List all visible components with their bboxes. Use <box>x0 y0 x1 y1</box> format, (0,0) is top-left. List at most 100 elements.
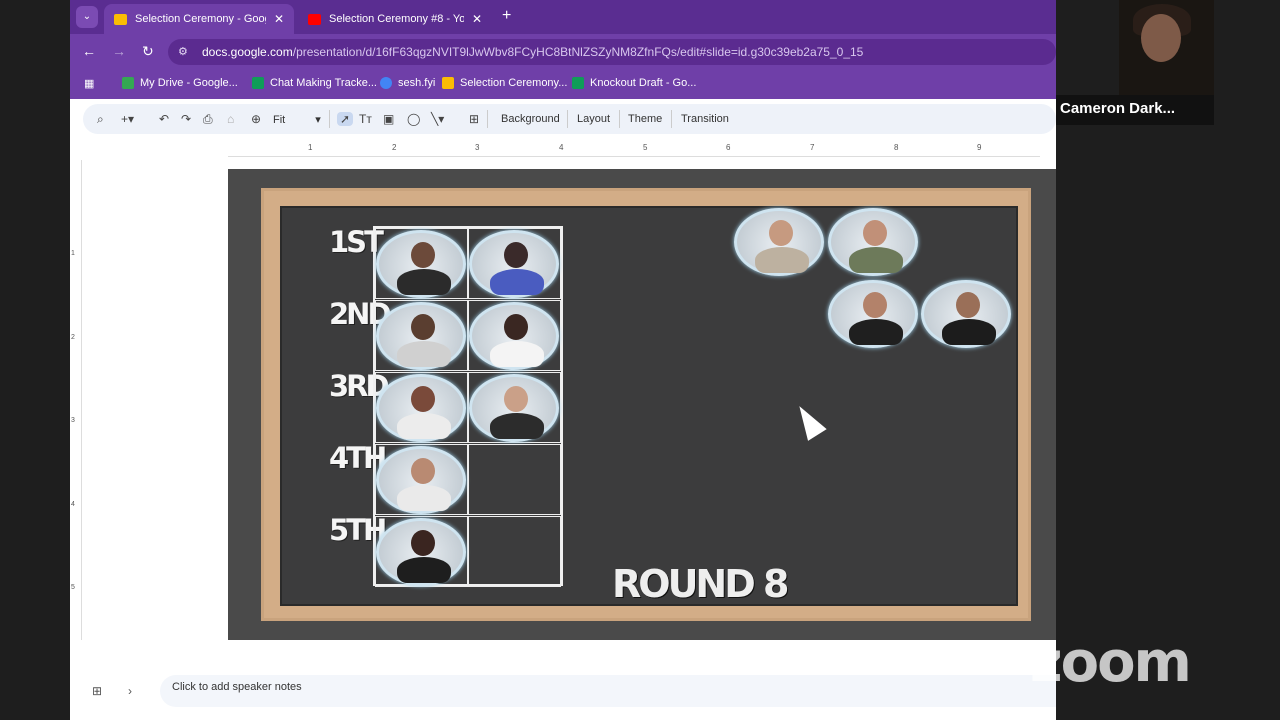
participant-name: Cameron Dark... <box>1056 95 1214 125</box>
text-box-icon[interactable]: Tт <box>359 112 372 126</box>
avatar-body <box>849 247 903 273</box>
avatar-body <box>755 247 809 273</box>
back-icon[interactable]: ← <box>82 43 96 59</box>
slides-icon <box>442 77 454 89</box>
undo-icon[interactable]: ↶ <box>159 112 169 126</box>
rank-grid <box>373 226 563 587</box>
ruler-label: 7 <box>810 143 815 152</box>
sheets-icon <box>252 77 264 89</box>
new-slide-icon[interactable]: +▾ <box>121 112 134 126</box>
comment-icon[interactable]: ⊞ <box>469 112 479 126</box>
chalkboard-frame: 1ST 2ND 3RD 4TH 5TH ROUND 8 <box>261 188 1031 621</box>
speaker-notes[interactable]: Click to add speaker notes <box>160 675 1056 707</box>
url-path: /presentation/d/16fF63qgzNVIT9lJwWbv8FCy… <box>292 45 864 59</box>
zoom-icon[interactable]: ⊕ <box>251 112 261 126</box>
zoom-value: Fit <box>273 114 286 126</box>
image-icon[interactable]: ▣ <box>383 112 394 126</box>
zoom-select[interactable]: Fit ▾ <box>273 113 321 126</box>
avatar-head <box>504 314 528 340</box>
apps-icon[interactable]: ▦ <box>84 77 94 90</box>
ruler-label: 2 <box>392 143 397 152</box>
site-info-icon[interactable]: ⚙ <box>178 39 188 65</box>
expand-filmstrip-icon[interactable]: › <box>128 684 132 698</box>
tab-slides[interactable]: Selection Ceremony - Google S ✕ <box>104 4 294 34</box>
slides-toolbar: ⌕ +▾ ↶ ↷ ⎙ ⌂ ⊕ Fit ▾ ➚ Tт ▣ ◯ ╲▾ ⊞ Backgr… <box>83 104 1056 134</box>
slide-canvas[interactable]: 1ST 2ND 3RD 4TH 5TH ROUND 8 <box>228 169 1056 640</box>
ruler-label: 2 <box>71 334 75 341</box>
rank-cell <box>375 300 468 371</box>
bookmark-my-drive[interactable]: My Drive - Google... <box>122 77 238 89</box>
avatar-head <box>863 220 887 246</box>
tab-search-button[interactable]: ⌄ <box>76 6 98 28</box>
avatar-body <box>490 269 544 295</box>
ruler-label: 3 <box>475 143 480 152</box>
close-tab-icon[interactable]: ✕ <box>274 12 284 26</box>
print-icon[interactable]: ⎙ <box>203 112 213 127</box>
reload-icon[interactable]: ↻ <box>142 43 154 60</box>
rank-cell <box>468 372 561 443</box>
redo-icon[interactable]: ↷ <box>181 112 191 126</box>
unplaced-contestant-photo[interactable] <box>828 208 918 276</box>
avatar-head <box>411 458 435 484</box>
avatar-head <box>769 220 793 246</box>
avatar-head <box>411 386 435 412</box>
close-tab-icon[interactable]: ✕ <box>472 12 482 26</box>
bookmark-sesh[interactable]: sesh.fyi <box>380 77 435 89</box>
search-menus-icon[interactable]: ⌕ <box>97 112 104 127</box>
shape-icon[interactable]: ◯ <box>407 112 420 126</box>
rank-cell <box>375 372 468 443</box>
select-icon[interactable]: ➚ <box>337 112 354 126</box>
background-button[interactable]: Background <box>501 113 560 125</box>
bookmark-chat-tracker[interactable]: Chat Making Tracke... <box>252 77 377 89</box>
unplaced-contestant-photo[interactable] <box>734 208 824 276</box>
zoom-watermark: zoom <box>1030 630 1192 695</box>
avatar-body <box>490 413 544 439</box>
ruler-label: 6 <box>726 143 731 152</box>
horizontal-ruler: 1 2 3 4 5 6 7 8 9 <box>228 143 1040 157</box>
contestant-photo[interactable] <box>376 446 466 514</box>
rank-cell <box>468 300 561 371</box>
avatar-head <box>411 314 435 340</box>
bookmark-label: My Drive - Google... <box>140 77 238 89</box>
line-icon[interactable]: ╲▾ <box>431 112 444 126</box>
avatar-body <box>397 413 451 439</box>
avatar-body <box>942 319 996 345</box>
tab-youtube[interactable]: Selection Ceremony #8 - YouTu ✕ <box>298 4 492 34</box>
ruler-label: 3 <box>71 417 75 424</box>
avatar-head <box>411 530 435 556</box>
toolbar-divider <box>567 110 568 128</box>
globe-icon <box>380 77 392 89</box>
grid-view-icon[interactable]: ⊞ <box>92 684 102 698</box>
avatar-body <box>397 341 451 367</box>
avatar-body <box>397 269 451 295</box>
contestant-photo[interactable] <box>376 302 466 370</box>
contestant-photo[interactable] <box>469 374 559 442</box>
contestant-photo[interactable] <box>469 230 559 298</box>
sheets-icon <box>572 77 584 89</box>
unplaced-contestant-photo[interactable] <box>921 280 1011 348</box>
forward-icon[interactable]: → <box>112 43 126 59</box>
layout-button[interactable]: Layout <box>577 113 610 125</box>
contestant-photo[interactable] <box>469 302 559 370</box>
tab-title: Selection Ceremony - Google S <box>135 13 266 25</box>
avatar-body <box>849 319 903 345</box>
theme-button[interactable]: Theme <box>628 113 662 125</box>
unplaced-contestant-photo[interactable] <box>828 280 918 348</box>
browser-toolbar: ← → ↻ ⚙ docs.google.com/presentation/d/1… <box>70 34 1056 69</box>
bookmark-knockout-draft[interactable]: Knockout Draft - Go... <box>572 77 696 89</box>
paint-format-icon[interactable]: ⌂ <box>227 112 234 126</box>
new-tab-icon[interactable]: + <box>502 7 511 25</box>
contestant-photo[interactable] <box>376 230 466 298</box>
address-bar[interactable]: ⚙ docs.google.com/presentation/d/16fF63q… <box>168 39 1056 65</box>
contestant-photo[interactable] <box>376 518 466 586</box>
rank-label: 2ND <box>329 297 392 331</box>
transition-button[interactable]: Transition <box>681 113 729 125</box>
rank-label: 1ST <box>329 225 384 259</box>
toolbar-divider <box>329 110 330 128</box>
youtube-icon <box>308 13 321 25</box>
bookmark-selection-ceremony[interactable]: Selection Ceremony... <box>442 77 567 89</box>
rank-cell <box>468 228 561 299</box>
contestant-photo[interactable] <box>376 374 466 442</box>
participant-video <box>1119 0 1214 95</box>
bookmark-label: sesh.fyi <box>398 77 436 89</box>
